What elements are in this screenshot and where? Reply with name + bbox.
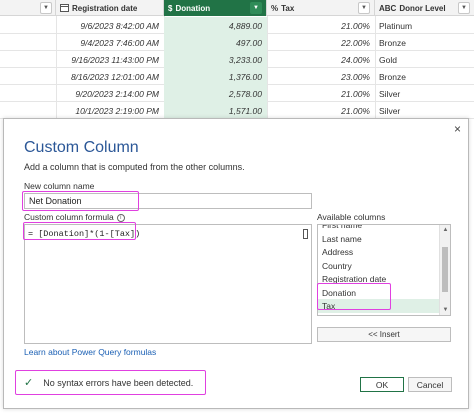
- custom-formula-label: Custom column formula i: [24, 212, 125, 222]
- chevron-down-icon[interactable]: ▼: [40, 2, 52, 14]
- table-row[interactable]: 9/4/2023 7:46:00 AM 497.00 22.00% Bronze: [0, 34, 474, 51]
- table-cell-donation[interactable]: 497.00: [164, 34, 267, 51]
- formula-editor[interactable]: = [Donation]*(1-[Tax]): [24, 224, 312, 344]
- column-header-label: Donation: [175, 3, 211, 13]
- percent-type-icon: %: [271, 3, 279, 13]
- scroll-thumb[interactable]: [442, 247, 448, 292]
- text-type-icon: ABC: [379, 3, 397, 13]
- chevron-down-icon[interactable]: ▼: [250, 2, 262, 14]
- learn-formulas-link[interactable]: Learn about Power Query formulas: [24, 347, 156, 357]
- table-cell-level[interactable]: Bronze: [375, 68, 474, 85]
- available-column-item[interactable]: Address: [318, 245, 439, 259]
- data-grid: Registration date $ Donation ▼ % Tax ▼ A…: [0, 0, 474, 125]
- column-header-label: Tax: [281, 3, 295, 13]
- available-column-item[interactable]: Donor Level: [318, 313, 439, 316]
- table-cell-tax[interactable]: 21.00%: [267, 102, 375, 119]
- dialog-title: Custom Column: [24, 139, 139, 156]
- formula-scrollbar[interactable]: [303, 229, 308, 239]
- table-cell-date[interactable]: 10/1/2023 2:19:00 PM: [56, 102, 164, 119]
- insert-button[interactable]: << Insert: [317, 327, 451, 342]
- cancel-button[interactable]: Cancel: [408, 377, 452, 392]
- available-columns-list[interactable]: First name Last name Address Country Registr…: [317, 224, 451, 316]
- available-column-item[interactable]: Tax: [318, 299, 439, 313]
- chevron-down-icon[interactable]: ▼: [358, 2, 370, 14]
- column-header-tax[interactable]: % Tax ▼: [267, 0, 375, 16]
- table-cell-tax[interactable]: 23.00%: [267, 68, 375, 85]
- table-cell-donation[interactable]: 3,233.00: [164, 51, 267, 68]
- table-cell-donation[interactable]: 1,376.00: [164, 68, 267, 85]
- table-cell-tax[interactable]: 21.00%: [267, 17, 375, 34]
- table-cell-level[interactable]: Bronze: [375, 34, 474, 51]
- grid-header: Registration date $ Donation ▼ % Tax ▼ A…: [0, 0, 474, 16]
- table-cell-donation[interactable]: 2,578.00: [164, 85, 267, 102]
- list-scrollbar[interactable]: ▲ ▼: [439, 225, 450, 315]
- date-type-icon: [60, 3, 69, 14]
- table-cell-tax[interactable]: 22.00%: [267, 34, 375, 51]
- table-row[interactable]: 9/16/2023 11:43:00 PM 3,233.00 24.00% Gold: [0, 51, 474, 68]
- table-cell-date[interactable]: 9/6/2023 8:42:00 AM: [56, 17, 164, 34]
- column-header-donation[interactable]: $ Donation ▼: [164, 0, 267, 16]
- available-column-item[interactable]: Country: [318, 259, 439, 273]
- scroll-down-icon[interactable]: ▼: [440, 305, 450, 315]
- table-cell-donation[interactable]: 4,889.00: [164, 17, 267, 34]
- custom-column-dialog: × Custom Column Add a column that is com…: [3, 118, 469, 409]
- table-cell-level[interactable]: Gold: [375, 51, 474, 68]
- available-column-item[interactable]: Last name: [318, 232, 439, 246]
- syntax-status: ✓ No syntax errors have been detected.: [24, 376, 193, 389]
- table-cell-level[interactable]: Platinum: [375, 17, 474, 34]
- available-column-item[interactable]: Donation: [318, 286, 439, 300]
- new-column-name-label: New column name: [24, 181, 95, 191]
- chevron-down-icon[interactable]: ▼: [458, 2, 470, 14]
- table-cell-date[interactable]: 9/4/2023 7:46:00 AM: [56, 34, 164, 51]
- table-cell-date[interactable]: 9/16/2023 11:43:00 PM: [56, 51, 164, 68]
- table-cell-donation[interactable]: 1,571.00: [164, 102, 267, 119]
- currency-type-icon: $: [168, 3, 173, 13]
- available-columns-label: Available columns: [317, 212, 386, 222]
- close-icon[interactable]: ×: [454, 122, 461, 136]
- table-cell-tax[interactable]: 21.00%: [267, 85, 375, 102]
- available-column-item[interactable]: Registration date: [318, 272, 439, 286]
- column-header-label: Donor Level: [399, 3, 446, 13]
- table-row[interactable]: 9/6/2023 8:42:00 AM 4,889.00 21.00% Platinu…: [0, 17, 474, 34]
- table-cell-tax[interactable]: 24.00%: [267, 51, 375, 68]
- scroll-up-icon[interactable]: ▲: [440, 225, 450, 235]
- custom-formula-label-text: Custom column formula: [24, 212, 114, 222]
- table-cell-level[interactable]: Silver: [375, 85, 474, 102]
- formula-text[interactable]: = [Donation]*(1-[Tax]): [28, 229, 140, 239]
- syntax-status-text: No syntax errors have been detected.: [43, 377, 194, 388]
- dialog-description: Add a column that is computed from the o…: [24, 162, 245, 172]
- new-column-name-input[interactable]: [24, 193, 312, 209]
- table-cell-date[interactable]: 8/16/2023 12:01:00 AM: [56, 68, 164, 85]
- table-row[interactable]: 10/1/2023 2:19:00 PM 1,571.00 21.00% Silver: [0, 102, 474, 119]
- column-header-donor-level[interactable]: ABC Donor Level ▼: [375, 0, 474, 16]
- table-row[interactable]: 8/16/2023 12:01:00 AM 1,376.00 23.00% Bronz…: [0, 68, 474, 85]
- table-row[interactable]: 9/20/2023 2:14:00 PM 2,578.00 21.00% Silver: [0, 85, 474, 102]
- column-header-label: Registration date: [72, 3, 138, 13]
- check-icon: ✓: [24, 377, 34, 389]
- table-cell-level[interactable]: Silver: [375, 102, 474, 119]
- info-icon[interactable]: i: [116, 213, 125, 222]
- table-cell-date[interactable]: 9/20/2023 2:14:00 PM: [56, 85, 164, 102]
- column-header-registration-date[interactable]: Registration date: [56, 0, 164, 16]
- ok-button[interactable]: OK: [360, 377, 404, 392]
